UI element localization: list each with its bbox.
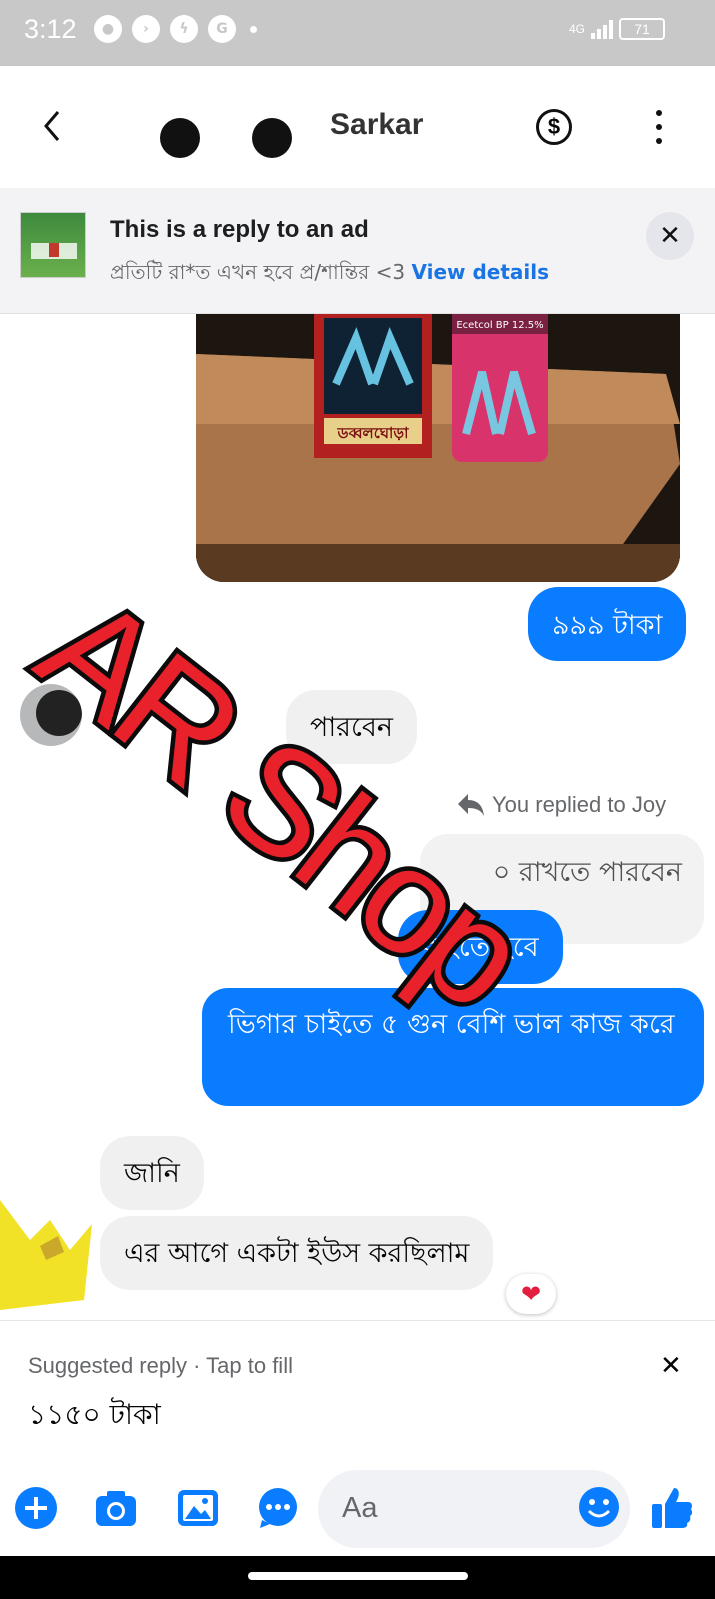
close-suggestion-button[interactable]: ✕: [660, 1351, 682, 1381]
product-photo-icon: ডব্বলঘোড়া Ecetcol BP 12.5%: [196, 314, 680, 582]
more-options-icon[interactable]: [654, 110, 664, 144]
incoming-message[interactable]: পারবেন: [286, 690, 418, 764]
browser-notification-icon: G: [208, 15, 236, 43]
message-input-placeholder: Aa: [342, 1492, 378, 1524]
ad-thumbnail[interactable]: [20, 212, 86, 278]
crown-sticker-icon: [0, 1200, 92, 1310]
payment-dollar-icon[interactable]: $: [536, 109, 572, 145]
product-image[interactable]: ডব্বলঘোড়া Ecetcol BP 12.5%: [196, 314, 680, 582]
incoming-message[interactable]: জানি: [100, 1136, 204, 1210]
suggested-reply-header: Suggested reply · Tap to fill: [28, 1353, 293, 1378]
system-navigation-bar: [0, 1556, 715, 1599]
app-notification-icon: ›: [132, 15, 160, 43]
suggested-reply-value[interactable]: ১১৫০ টাকা: [28, 1393, 161, 1440]
contact-avatar[interactable]: [160, 118, 200, 158]
back-arrow-icon[interactable]: [38, 106, 68, 146]
battery-icon: 71: [619, 18, 665, 40]
reply-arrow-icon: [458, 794, 484, 816]
suggested-reply-panel[interactable]: Suggested reply · Tap to fill ১১৫০ টাকা …: [0, 1320, 715, 1448]
box-label: ডব্বলঘোড়া: [337, 424, 410, 442]
message-thread: ডব্বলঘোড়া Ecetcol BP 12.5% ৯৯৯ টাকা পার…: [0, 314, 715, 1320]
like-thumbs-up-icon[interactable]: [650, 1484, 694, 1530]
outgoing-message[interactable]: ৯৯৯ টাকা: [528, 587, 687, 661]
close-banner-button[interactable]: ✕: [646, 212, 694, 260]
camera-icon[interactable]: [94, 1486, 138, 1530]
chat-notification-icon: ●: [94, 15, 122, 43]
outgoing-message[interactable]: বাইতে হবে: [398, 910, 563, 984]
view-details-link[interactable]: View details: [411, 260, 549, 284]
ad-banner-subtitle: প্রতিটি রা*ত এখন হবে প্র/শান্তির <3 View…: [110, 258, 549, 291]
messenger-notification-icon: ϟ: [170, 15, 198, 43]
sender-avatar[interactable]: [20, 684, 82, 746]
signal-icon: [591, 19, 613, 39]
ad-banner-text: প্রতিটি রা*ত এখন হবে প্র/শান্তির <3: [110, 260, 406, 284]
outgoing-message[interactable]: ভিগার চাইতে ৫ গুন বেশি ভাল কাজ করে: [202, 988, 704, 1106]
replied-to-note: You replied to Joy: [456, 792, 666, 818]
notification-icons: ● › ϟ G: [94, 15, 257, 43]
plus-icon[interactable]: [14, 1486, 58, 1530]
gallery-icon[interactable]: [176, 1486, 220, 1530]
home-gesture-handle[interactable]: [248, 1572, 468, 1580]
can-label: Ecetcol BP 12.5%: [456, 320, 543, 331]
status-bar: 3:12 ● › ϟ G 4G 71: [0, 0, 715, 66]
incoming-message[interactable]: এর আগে একটা ইউস করছিলাম: [100, 1216, 494, 1290]
ad-banner-title: This is a reply to an ad: [110, 216, 369, 243]
heart-reaction-icon[interactable]: ❤: [506, 1274, 556, 1314]
status-time: 3:12: [24, 14, 77, 44]
contact-avatar-redaction: [252, 118, 292, 158]
replied-to-text: You replied to Joy: [492, 792, 667, 817]
system-icons: 4G 71: [569, 18, 665, 40]
more-notifications-dot-icon: [250, 25, 257, 33]
ad-reply-banner[interactable]: This is a reply to an ad প্রতিটি রা*ত এখ…: [0, 188, 715, 314]
emoji-icon[interactable]: [578, 1486, 620, 1528]
network-type: 4G: [568, 22, 585, 36]
chat-bubble-icon[interactable]: [256, 1486, 300, 1530]
message-composer: Aa: [0, 1448, 715, 1556]
contact-name[interactable]: Sarkar: [330, 108, 423, 142]
